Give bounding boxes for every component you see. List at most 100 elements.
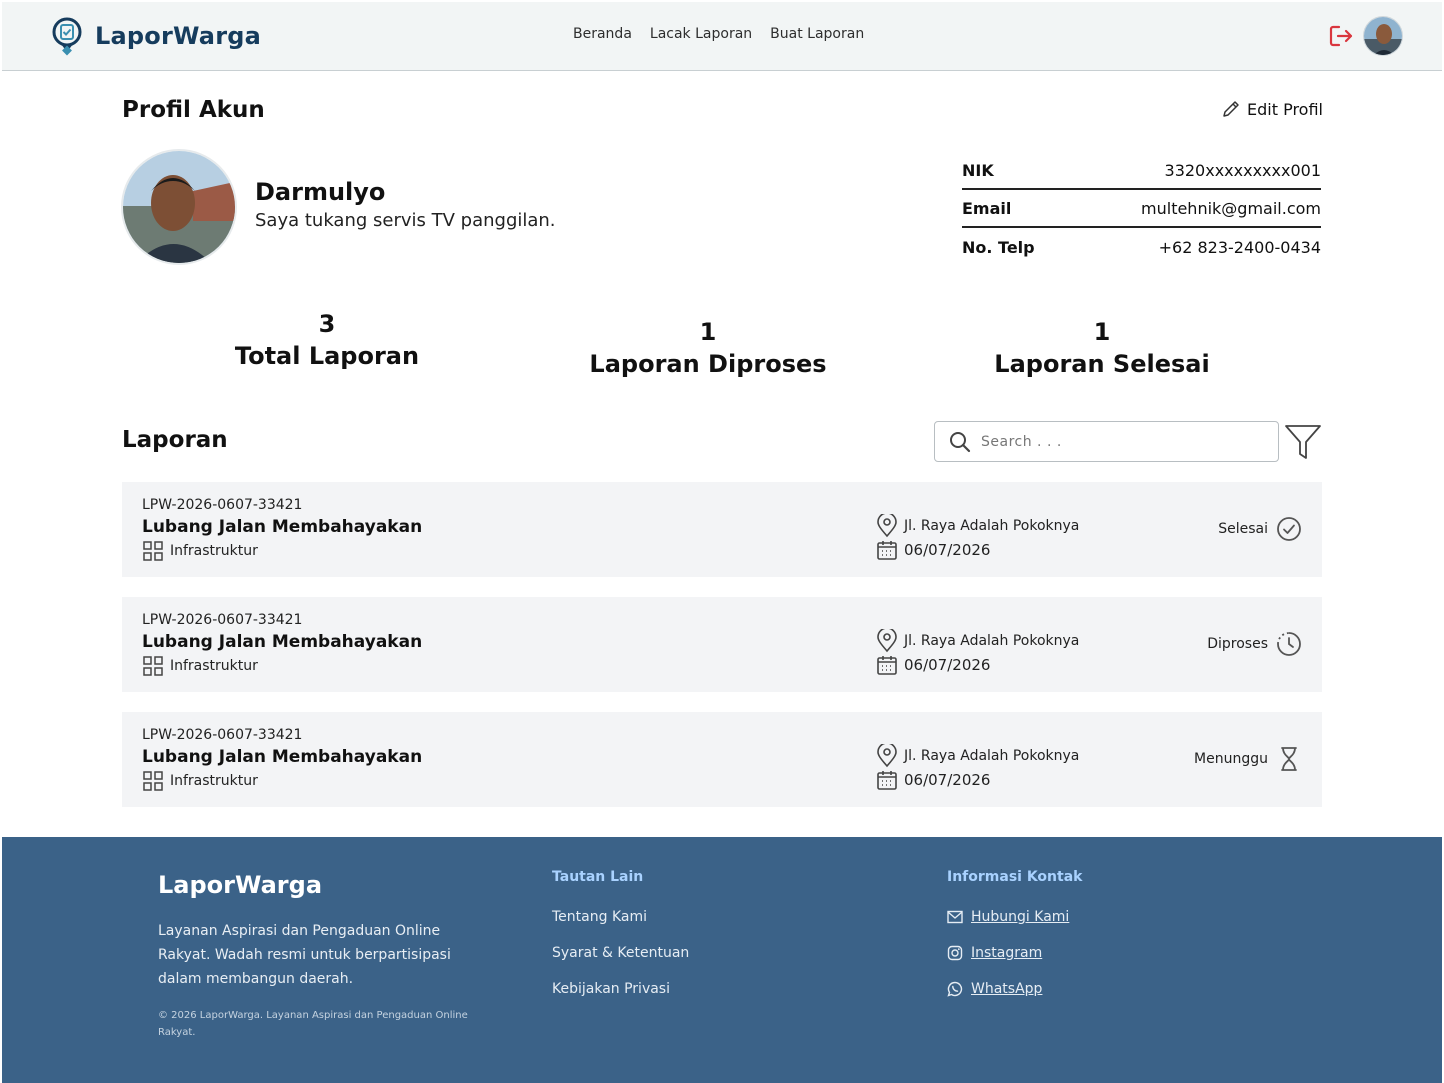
footer-contact-hubungi-kami[interactable]: Hubungi Kami [947,909,1069,925]
footer-contact-instagram[interactable]: Instagram [947,945,1042,961]
logout-icon[interactable] [1328,22,1354,50]
hourglass-icon [1281,747,1297,771]
report-id: LPW-2026-0607-33421 [142,612,303,628]
report-title: Lubang Jalan Membahayakan [142,517,423,537]
stat-laporan-diproses: 1 Laporan Diproses [578,318,838,378]
category-grid-icon [143,541,163,561]
report-card[interactable]: LPW-2026-0607-33421 Lubang Jalan Membaha… [122,482,1322,577]
whatsapp-icon [947,981,963,997]
report-date: 06/07/2026 [876,539,990,561]
report-status: Diproses [1207,631,1302,657]
report-location-label: Jl. Raya Adalah Pokoknya [904,748,1080,764]
info-row-email: Email multehnik@gmail.com [962,190,1321,228]
mail-icon [947,910,963,924]
report-id: LPW-2026-0607-33421 [142,497,303,513]
nav-link-lacak-laporan[interactable]: Lacak Laporan [650,26,752,42]
profile-info-table: NIK 3320xxxxxxxxx001 Email multehnik@gma… [962,152,1321,266]
report-location: Jl. Raya Adalah Pokoknya [876,629,1079,653]
footer-link-tentang-kami[interactable]: Tentang Kami [552,909,647,925]
report-date-label: 06/07/2026 [904,541,991,559]
location-pin-icon [877,514,897,538]
calendar-icon [877,656,897,675]
stat-total-laporan: 3 Total Laporan [227,310,427,370]
footer-copyright: © 2026 LaporWarga. Layanan Aspirasi dan … [158,1010,468,1038]
report-category-label: Infrastruktur [170,543,258,559]
location-pin-icon [877,629,897,653]
report-location-label: Jl. Raya Adalah Pokoknya [904,518,1080,534]
filter-icon[interactable] [1284,422,1322,462]
pencil-icon [1223,101,1239,117]
stat-label: Laporan Diproses [589,350,827,378]
report-id: LPW-2026-0607-33421 [142,727,303,743]
stat-value: 3 [318,310,336,338]
report-title: Lubang Jalan Membahayakan [142,747,423,767]
report-title: Lubang Jalan Membahayakan [142,632,423,652]
nav-link-beranda[interactable]: Beranda [573,26,632,42]
reports-section-title: Laporan [122,427,228,453]
report-status-label: Selesai [1218,521,1268,537]
report-category-label: Infrastruktur [170,773,258,789]
footer-contact-label: Hubungi Kami [971,909,1070,925]
report-status-label: Menunggu [1194,751,1268,767]
footer-link-kebijakan-privasi[interactable]: Kebijakan Privasi [552,981,670,997]
footer-contact-title: Informasi Kontak [947,869,1083,885]
brand[interactable]: LaporWarga [50,16,261,56]
nav-link-buat-laporan[interactable]: Buat Laporan [770,26,864,42]
report-date: 06/07/2026 [876,654,990,676]
clock-progress-icon [1277,632,1301,656]
user-avatar[interactable] [1363,16,1403,56]
profile-photo [121,149,237,265]
footer-contact-whatsapp[interactable]: WhatsApp [947,981,1042,997]
edit-profile-label: Edit Profil [1247,99,1323,119]
search-icon [950,431,971,452]
info-label: No. Telp [962,237,1035,257]
stat-laporan-selesai: 1 Laporan Selesai [982,318,1222,378]
check-circle-icon [1277,517,1301,541]
info-value: 3320xxxxxxxxx001 [1164,160,1321,180]
footer-brand: LaporWarga [158,871,323,899]
report-location-label: Jl. Raya Adalah Pokoknya [904,633,1080,649]
footer-description: Layanan Aspirasi dan Pengaduan Online Ra… [158,923,451,987]
profile-bio: Saya tukang servis TV panggilan. [255,210,556,231]
info-label: Email [962,198,1012,218]
report-category: Infrastruktur [142,770,258,792]
report-date-label: 06/07/2026 [904,771,991,789]
search-box [934,421,1279,462]
calendar-icon [877,771,897,790]
info-label: NIK [962,160,994,180]
info-value: multehnik@gmail.com [1141,198,1321,218]
info-row-phone: No. Telp +62 823-2400-0434 [962,228,1321,266]
brand-name: LaporWarga [95,22,262,50]
instagram-icon [947,945,963,961]
nav-links: Beranda Lacak Laporan Buat Laporan [573,26,864,42]
report-category: Infrastruktur [142,655,258,677]
calendar-icon [877,541,897,560]
report-card[interactable]: LPW-2026-0607-33421 Lubang Jalan Membaha… [122,597,1322,692]
report-date-label: 06/07/2026 [904,656,991,674]
footer: LaporWarga Layanan Aspirasi dan Pengadua… [2,837,1442,1083]
report-date: 06/07/2026 [876,769,990,791]
stat-value: 1 [699,318,717,346]
info-row-nik: NIK 3320xxxxxxxxx001 [962,152,1321,190]
profile-name: Darmulyo [255,178,386,206]
report-status-label: Diproses [1207,636,1268,652]
search-input[interactable] [981,433,1261,450]
report-category-label: Infrastruktur [170,658,258,674]
footer-links-title: Tautan Lain [552,869,644,885]
edit-profile-button[interactable]: Edit Profil [1221,99,1323,119]
report-location: Jl. Raya Adalah Pokoknya [876,744,1079,768]
report-location: Jl. Raya Adalah Pokoknya [876,514,1079,538]
info-value: +62 823-2400-0434 [1158,237,1321,257]
footer-contact-label: Instagram [971,945,1043,961]
category-grid-icon [143,771,163,791]
brand-logo-icon [52,17,82,56]
report-category: Infrastruktur [142,540,258,562]
report-status: Menunggu [1194,746,1302,772]
report-card[interactable]: LPW-2026-0607-33421 Lubang Jalan Membaha… [122,712,1322,807]
stat-value: 1 [1093,318,1111,346]
report-status: Selesai [1218,516,1302,542]
profile-section-title: Profil Akun [122,97,265,123]
footer-contact-label: WhatsApp [971,981,1043,997]
footer-link-syarat-ketentuan[interactable]: Syarat & Ketentuan [552,945,689,961]
category-grid-icon [143,656,163,676]
